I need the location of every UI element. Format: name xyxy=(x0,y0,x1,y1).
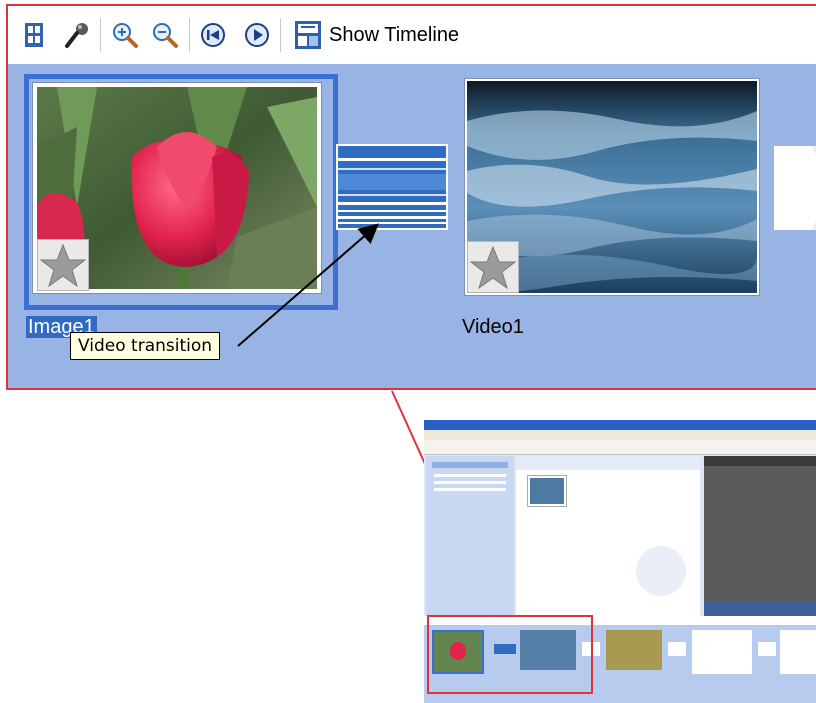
thumb-monitor xyxy=(704,456,816,616)
clip-video1-label: Video1 xyxy=(462,316,524,338)
toolbar-separator xyxy=(100,18,101,52)
transition-tooltip: Video transition xyxy=(70,332,221,360)
star-icon xyxy=(37,239,89,291)
zoom-out-icon[interactable] xyxy=(149,20,181,50)
thumb-highlight-box xyxy=(427,615,593,694)
thumb-toolbar xyxy=(424,440,816,455)
clip-video1[interactable] xyxy=(464,78,760,296)
thumb-menu-bar xyxy=(424,430,816,440)
thumb-title-bar xyxy=(424,420,816,430)
next-transition[interactable] xyxy=(774,146,816,230)
show-timeline-button[interactable]: Show Timeline xyxy=(289,20,463,50)
zoom-in-icon[interactable] xyxy=(109,20,141,50)
storyboard-toolbar: Show Timeline xyxy=(8,6,816,64)
video-transition[interactable] xyxy=(336,144,448,230)
star-icon xyxy=(467,241,519,293)
show-timeline-label: Show Timeline xyxy=(329,23,460,46)
play-icon[interactable] xyxy=(242,20,272,50)
timeline-icon xyxy=(295,21,321,49)
toolbar-separator xyxy=(189,18,190,52)
clip-image1[interactable] xyxy=(32,82,322,294)
thumb-collection-pane xyxy=(516,456,700,616)
rewind-icon[interactable] xyxy=(198,20,228,50)
thumb-tasks-pane xyxy=(426,456,514,616)
narrate-icon[interactable] xyxy=(62,20,92,50)
toolbar-separator xyxy=(280,18,281,52)
storyboard-icon[interactable] xyxy=(20,20,48,50)
